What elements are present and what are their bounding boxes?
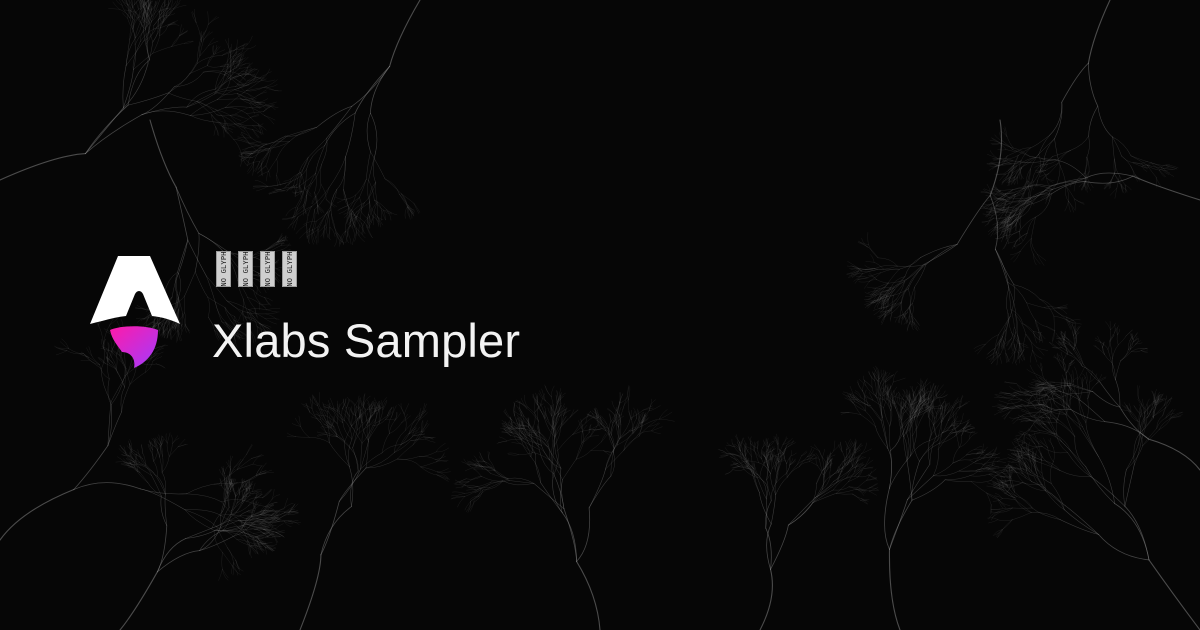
missing-glyph-box: NO GLYPH [282,251,297,287]
eyebrow-glyph-row: NO GLYPH NO GLYPH NO GLYPH NO GLYPH [216,251,297,287]
astro-rocket-logo-icon [90,256,180,368]
missing-glyph-box: NO GLYPH [260,251,275,287]
page-title: Xlabs Sampler [212,314,521,367]
missing-glyph-box: NO GLYPH [216,251,231,287]
og-card: NO GLYPH NO GLYPH NO GLYPH NO GLYPH Xlab… [0,0,1200,630]
branching-vein-texture [0,0,1200,630]
missing-glyph-box: NO GLYPH [238,251,253,287]
